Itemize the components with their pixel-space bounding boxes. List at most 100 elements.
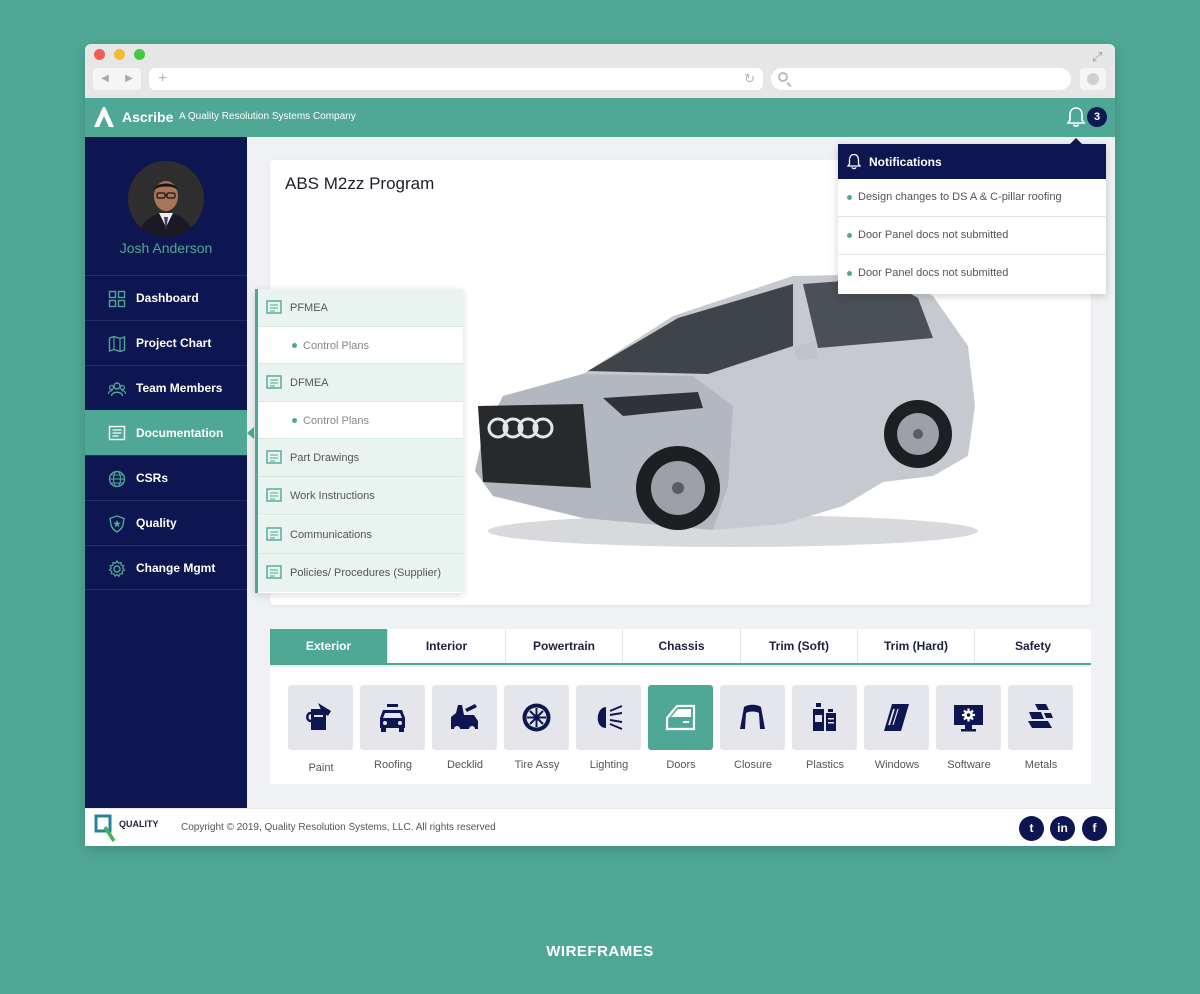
part-tile-roofing[interactable] bbox=[360, 685, 425, 750]
sidebar-item-quality[interactable]: Quality bbox=[85, 500, 247, 545]
submenu-item-label: Control Plans bbox=[303, 415, 370, 427]
sidebar-item-label: Team Members bbox=[136, 381, 223, 395]
sidebar-item-change-mgmt[interactable]: Change Mgmt bbox=[85, 545, 247, 590]
maximize-window-button[interactable] bbox=[134, 49, 145, 60]
twitter-icon[interactable]: t bbox=[1019, 816, 1044, 841]
category-tabs: Exterior Interior Powertrain Chassis Tri… bbox=[270, 629, 1091, 665]
sidebar: Josh Anderson Dashboard Project Chart Te… bbox=[85, 137, 247, 808]
part-tile-doors[interactable] bbox=[648, 685, 713, 750]
search-icon bbox=[778, 72, 788, 82]
bullet bbox=[292, 343, 297, 348]
tab-trim-soft[interactable]: Trim (Soft) bbox=[741, 629, 858, 663]
sidebar-item-team-members[interactable]: Team Members bbox=[85, 365, 247, 410]
document-icon bbox=[266, 375, 282, 389]
part-label: Paint bbox=[308, 762, 334, 774]
bell-icon[interactable] bbox=[1065, 106, 1087, 128]
submenu-item-control-plans[interactable]: Control Plans bbox=[258, 327, 463, 364]
sidebar-item-documentation[interactable]: Documentation bbox=[85, 410, 247, 455]
part-label: Plastics bbox=[806, 759, 844, 771]
avatar[interactable] bbox=[128, 161, 204, 237]
facebook-icon[interactable]: f bbox=[1082, 816, 1107, 841]
plastic-bottles-icon bbox=[813, 703, 836, 731]
notification-text: Door Panel docs not submitted bbox=[858, 267, 1009, 279]
part-tile-decklid[interactable] bbox=[432, 685, 497, 750]
notification-count-badge[interactable]: 3 bbox=[1087, 107, 1107, 127]
notification-text: Door Panel docs not submitted bbox=[858, 229, 1009, 241]
submenu-item-part-drawings[interactable]: Part Drawings bbox=[258, 439, 463, 477]
address-bar[interactable]: + ↻ bbox=[149, 68, 763, 90]
sidebar-item-label: Project Chart bbox=[136, 336, 212, 350]
sidebar-item-csrs[interactable]: CSRs bbox=[85, 455, 247, 500]
linkedin-icon[interactable]: in bbox=[1050, 816, 1075, 841]
notifications-header: Notifications bbox=[838, 144, 1106, 179]
quality-logo-text: QUALITY bbox=[119, 819, 159, 829]
notifications-dropdown: Notifications Design changes to DS A & C… bbox=[838, 144, 1106, 294]
part-tile-paint[interactable] bbox=[288, 685, 353, 750]
submenu-item-pfmea[interactable]: PFMEA bbox=[258, 289, 463, 327]
part-label: Tire Assy bbox=[514, 759, 560, 771]
user-photo bbox=[128, 161, 204, 237]
part-tile-closure[interactable] bbox=[720, 685, 785, 750]
tab-safety[interactable]: Safety bbox=[975, 629, 1091, 663]
tab-trim-hard[interactable]: Trim (Hard) bbox=[858, 629, 975, 663]
browser-search-input[interactable] bbox=[771, 68, 1071, 90]
submenu-item-label: Part Drawings bbox=[290, 452, 360, 464]
submenu-item-control-plans[interactable]: Control Plans bbox=[258, 402, 463, 439]
submenu-item-label: Policies/ Procedures (Supplier) bbox=[290, 567, 442, 579]
tab-interior[interactable]: Interior bbox=[388, 629, 506, 663]
part-label: Closure bbox=[734, 759, 772, 771]
monitor-gear-icon bbox=[954, 705, 983, 732]
headlight-icon bbox=[597, 705, 623, 730]
app-header: Ascribe A Quality Resolution Systems Com… bbox=[85, 98, 1115, 137]
bullet bbox=[847, 195, 852, 200]
notification-item[interactable]: Door Panel docs not submitted bbox=[838, 255, 1106, 293]
notification-item[interactable]: Design changes to DS A & C-pillar roofin… bbox=[838, 179, 1106, 217]
sidebar-item-label: CSRs bbox=[136, 471, 169, 485]
quality-logo[interactable]: QUALITY bbox=[93, 813, 171, 845]
tab-chassis[interactable]: Chassis bbox=[623, 629, 741, 663]
part-tile-plastics[interactable] bbox=[792, 685, 857, 750]
gear-icon bbox=[108, 560, 126, 578]
browser-nav-buttons[interactable]: ◀ ▶ bbox=[93, 68, 141, 90]
part-label: Lighting bbox=[589, 759, 629, 771]
ascribe-logo-icon[interactable] bbox=[93, 106, 115, 128]
car-door-icon bbox=[665, 704, 696, 731]
globe-icon bbox=[108, 470, 126, 488]
part-label: Software bbox=[947, 759, 991, 771]
new-tab-icon[interactable]: + bbox=[158, 70, 167, 88]
document-icon bbox=[266, 565, 282, 579]
back-arrow-icon[interactable]: ◀ bbox=[101, 68, 109, 90]
car-image bbox=[475, 274, 978, 547]
part-tile-tire-assy[interactable] bbox=[504, 685, 569, 750]
map-icon bbox=[108, 335, 126, 353]
part-tile-software[interactable] bbox=[936, 685, 1001, 750]
closure-icon bbox=[740, 704, 765, 729]
part-tile-metals[interactable] bbox=[1008, 685, 1073, 750]
reload-icon[interactable]: ↻ bbox=[744, 71, 755, 87]
close-window-button[interactable] bbox=[94, 49, 105, 60]
decklid-icon bbox=[451, 704, 478, 732]
submenu-item-label: Control Plans bbox=[303, 340, 370, 352]
notification-item[interactable]: Door Panel docs not submitted bbox=[838, 217, 1106, 255]
part-tile-lighting[interactable] bbox=[576, 685, 641, 750]
submenu-item-work-instructions[interactable]: Work Instructions bbox=[258, 477, 463, 515]
tab-exterior[interactable]: Exterior bbox=[270, 629, 388, 663]
copyright-text: Copyright © 2019, Quality Resolution Sys… bbox=[181, 822, 496, 833]
submenu-item-label: Work Instructions bbox=[290, 490, 375, 502]
part-label: Decklid bbox=[446, 759, 484, 771]
browser-profile-button[interactable] bbox=[1080, 68, 1106, 90]
tab-powertrain[interactable]: Powertrain bbox=[506, 629, 623, 663]
part-label: Metals bbox=[1024, 759, 1058, 771]
forward-arrow-icon[interactable]: ▶ bbox=[125, 68, 133, 90]
fullscreen-icon[interactable]: ⤢ bbox=[1092, 50, 1106, 64]
sidebar-item-dashboard[interactable]: Dashboard bbox=[85, 275, 247, 320]
brand-name[interactable]: Ascribe bbox=[122, 109, 173, 125]
submenu-item-dfmea[interactable]: DFMEA bbox=[258, 364, 463, 402]
sidebar-item-project-chart[interactable]: Project Chart bbox=[85, 320, 247, 365]
minimize-window-button[interactable] bbox=[114, 49, 125, 60]
footer: QUALITY Copyright © 2019, Quality Resolu… bbox=[85, 808, 1115, 846]
submenu-item-communications[interactable]: Communications bbox=[258, 516, 463, 554]
part-tile-windows[interactable] bbox=[864, 685, 929, 750]
submenu-item-policies[interactable]: Policies/ Procedures (Supplier) bbox=[258, 554, 463, 592]
user-name[interactable]: Josh Anderson bbox=[85, 240, 247, 256]
